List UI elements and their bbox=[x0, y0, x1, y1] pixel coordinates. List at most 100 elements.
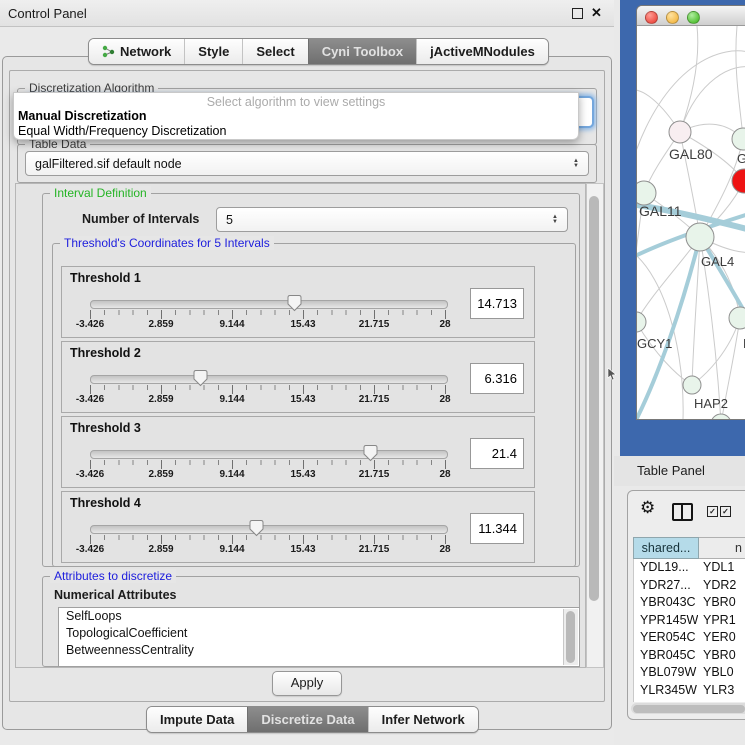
minimize-window-icon[interactable] bbox=[666, 11, 679, 24]
cell-name[interactable]: YER0 bbox=[698, 629, 736, 647]
network-edge[interactable] bbox=[692, 318, 740, 385]
cell-shared-name[interactable]: YIL053C bbox=[634, 699, 698, 702]
cell-name[interactable]: YIL0 bbox=[698, 699, 729, 702]
close-window-icon[interactable] bbox=[645, 11, 658, 24]
tab-discretize-data[interactable]: Discretize Data bbox=[247, 707, 367, 732]
cell-shared-name[interactable]: YDR27... bbox=[634, 577, 698, 595]
network-graph[interactable]: GAL80GACGAL11GAL4GCY1HHAP2 bbox=[637, 26, 745, 419]
network-window-titlebar[interactable] bbox=[637, 6, 745, 26]
table-row[interactable]: YDR27...YDR2 bbox=[634, 577, 745, 595]
network-node[interactable] bbox=[637, 181, 656, 205]
float-window-icon[interactable] bbox=[572, 8, 583, 19]
cell-shared-name[interactable]: YDL19... bbox=[634, 559, 698, 577]
threshold-value-input[interactable] bbox=[470, 288, 524, 319]
threshold-value-input[interactable] bbox=[470, 513, 524, 544]
cell-shared-name[interactable]: YBR043C bbox=[634, 594, 698, 612]
attribute-list-item[interactable]: TopologicalCoefficient bbox=[59, 625, 579, 642]
tab-label: Cyni Toolbox bbox=[322, 44, 403, 59]
cell-name[interactable]: YPR1 bbox=[698, 612, 736, 630]
network-node[interactable] bbox=[669, 121, 691, 143]
cell-shared-name[interactable]: YBR045C bbox=[634, 647, 698, 665]
tab-cyni-toolbox[interactable]: Cyni Toolbox bbox=[308, 39, 416, 64]
cell-name[interactable]: YBL0 bbox=[698, 664, 734, 682]
cell-shared-name[interactable]: YPR145W bbox=[634, 612, 698, 630]
slider-track[interactable] bbox=[90, 375, 448, 384]
cell-shared-name[interactable]: YLR345W bbox=[634, 682, 698, 700]
cell-name[interactable]: YLR3 bbox=[698, 682, 734, 700]
threshold-panel: Threshold 3 -3.4262.8599.14415.4321.7152… bbox=[61, 416, 535, 488]
tab-style[interactable]: Style bbox=[184, 39, 242, 64]
cell-name[interactable]: YDL1 bbox=[698, 559, 734, 577]
slider-track[interactable] bbox=[90, 300, 448, 309]
threshold-label: Threshold 1 bbox=[70, 271, 141, 285]
network-node[interactable] bbox=[711, 414, 731, 419]
combobox-spinner-icon[interactable]: ▲▼ bbox=[568, 159, 588, 169]
table-row[interactable]: YBR045CYBR0 bbox=[634, 647, 745, 665]
control-panel-titlebar: Control Panel ✕ bbox=[0, 0, 614, 27]
list-scrollbar-thumb[interactable] bbox=[566, 611, 575, 663]
tab-infer-network[interactable]: Infer Network bbox=[368, 707, 478, 732]
network-node[interactable] bbox=[683, 376, 701, 394]
horizontal-scrollbar-thumb[interactable] bbox=[633, 705, 745, 713]
slider-track[interactable] bbox=[90, 450, 448, 459]
popup-item[interactable]: Manual Discretization bbox=[18, 109, 147, 123]
threshold-value-input[interactable] bbox=[470, 438, 524, 469]
tab-label: jActiveMNodules bbox=[430, 44, 535, 59]
threshold-value-input[interactable] bbox=[470, 363, 524, 394]
column-header-shared[interactable]: shared... bbox=[633, 537, 699, 559]
network-edge[interactable] bbox=[736, 26, 743, 139]
mouse-cursor bbox=[607, 368, 617, 381]
split-columns-icon[interactable] bbox=[672, 503, 693, 521]
vertical-scrollbar-thumb[interactable] bbox=[589, 196, 599, 601]
right-column: GAL80GACGAL11GAL4GCY1HHAP2 Table Panel ⚙… bbox=[614, 0, 745, 745]
apply-button[interactable]: Apply bbox=[272, 671, 342, 696]
tab-impute-data[interactable]: Impute Data bbox=[147, 707, 247, 732]
cell-shared-name[interactable]: YER054C bbox=[634, 629, 698, 647]
table-row[interactable]: YER054CYER0 bbox=[634, 629, 745, 647]
attribute-list-item[interactable]: BetweennessCentrality bbox=[59, 642, 579, 659]
table-row[interactable]: YIL053CYIL0 bbox=[634, 699, 745, 702]
table-data-combobox[interactable]: galFiltered.sif default node ▲▼ bbox=[25, 151, 589, 176]
table-row[interactable]: YLR345WYLR3 bbox=[634, 682, 745, 700]
tab-network[interactable]: Network bbox=[89, 39, 184, 64]
horizontal-scrollbar[interactable] bbox=[631, 703, 745, 714]
cell-name[interactable]: YDR2 bbox=[698, 577, 736, 595]
numerical-attributes-label: Numerical Attributes bbox=[54, 588, 176, 602]
number-of-intervals-combobox[interactable]: 5 ▲▼ bbox=[216, 207, 568, 232]
thresholds-group-title: Threshold's Coordinates for 5 Intervals bbox=[60, 236, 274, 250]
cell-shared-name[interactable]: YBL079W bbox=[634, 664, 698, 682]
table-row[interactable]: YPR145WYPR1 bbox=[634, 612, 745, 630]
zoom-window-icon[interactable] bbox=[687, 11, 700, 24]
network-edge[interactable] bbox=[680, 26, 698, 132]
network-node[interactable] bbox=[637, 312, 646, 332]
table-body[interactable]: YDL19...YDL1YDR27...YDR2YBR043CYBR0YPR14… bbox=[633, 559, 745, 702]
checked-box-icon[interactable]: ✓ bbox=[720, 506, 731, 517]
vertical-scrollbar[interactable] bbox=[586, 183, 604, 668]
cell-name[interactable]: YBR0 bbox=[698, 647, 736, 665]
list-scrollbar[interactable] bbox=[563, 609, 578, 665]
table-row[interactable]: YBR043CYBR0 bbox=[634, 594, 745, 612]
popup-item[interactable]: Equal Width/Frequency Discretization bbox=[18, 124, 226, 138]
slider-major-ticks bbox=[90, 535, 447, 544]
panel-title: Control Panel bbox=[8, 6, 87, 21]
slider-track[interactable] bbox=[90, 525, 448, 534]
gear-icon[interactable]: ⚙ bbox=[640, 498, 655, 518]
table-row[interactable]: YBL079WYBL0 bbox=[634, 664, 745, 682]
cell-name[interactable]: YBR0 bbox=[698, 594, 736, 612]
tick-label: 28 bbox=[439, 544, 450, 555]
combobox-spinner-icon[interactable]: ▲▼ bbox=[547, 215, 567, 225]
network-node[interactable] bbox=[729, 307, 745, 329]
column-header-name[interactable]: n bbox=[699, 537, 745, 559]
attribute-list-item[interactable]: SelfLoops bbox=[59, 608, 579, 625]
close-icon[interactable]: ✕ bbox=[591, 5, 602, 21]
tab-select[interactable]: Select bbox=[242, 39, 307, 64]
numerical-attributes-list[interactable]: SelfLoopsTopologicalCoefficientBetweenne… bbox=[58, 607, 580, 667]
tick-label: 2.859 bbox=[148, 319, 173, 330]
network-node[interactable] bbox=[732, 169, 745, 193]
table-row[interactable]: YDL19...YDL1 bbox=[634, 559, 745, 577]
network-node[interactable] bbox=[686, 223, 714, 251]
tab-jactivemnodules[interactable]: jActiveMNodules bbox=[416, 39, 548, 64]
network-node-label: GAL80 bbox=[669, 146, 713, 162]
slider-major-ticks bbox=[90, 385, 447, 394]
checked-box-icon[interactable]: ✓ bbox=[707, 506, 718, 517]
